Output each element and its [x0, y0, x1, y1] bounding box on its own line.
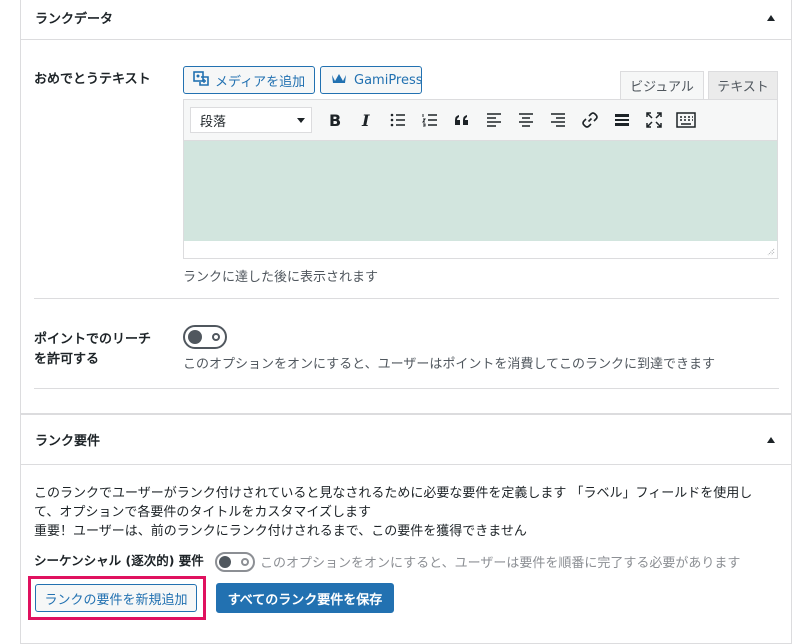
add-media-label: メディアを追加 [215, 74, 306, 90]
keyboard-icon[interactable] [670, 106, 702, 134]
tab-text[interactable]: テキスト [708, 71, 778, 99]
congrats-help-text: ランクに達した後に表示されます [183, 270, 379, 285]
editor-statusbar [184, 241, 777, 258]
rank-requirements-title: ランク要件 [35, 434, 101, 449]
svg-text:I: I [361, 112, 370, 128]
collapse-arrow-icon[interactable] [767, 14, 775, 21]
divider [34, 298, 779, 299]
blockquote-icon[interactable] [446, 106, 478, 134]
bold-icon[interactable]: B [318, 106, 350, 134]
editor-toolbar: 段落 B I [184, 100, 777, 141]
add-media-button[interactable]: メディアを追加 [183, 66, 315, 94]
tab-visual-label: ビジュアル [630, 80, 694, 95]
format-select-value: 段落 [200, 114, 227, 130]
bullet-list-icon[interactable] [382, 106, 414, 134]
toggle-knob [188, 330, 202, 344]
media-icon [193, 70, 209, 90]
italic-icon[interactable]: I [350, 106, 382, 134]
resize-handle-icon[interactable] [765, 246, 775, 256]
chevron-down-icon [297, 117, 305, 123]
svg-text:B: B [329, 112, 341, 128]
save-all-requirements-button[interactable]: すべてのランク要件を保存 [216, 583, 394, 613]
toggle-off-indicator [241, 558, 249, 566]
align-right-icon[interactable] [542, 106, 574, 134]
points-reach-help-text: このオプションをオンにすると、ユーザーはポイントを消費してこのランクに到達できま… [183, 357, 715, 372]
editor-content-area[interactable] [184, 141, 777, 241]
add-rank-requirement-label: ランクの要件を新規追加 [44, 592, 188, 608]
rank-data-title: ランクデータ [35, 12, 114, 27]
link-icon[interactable] [574, 106, 606, 134]
divider [34, 388, 779, 389]
tab-text-label: テキスト [717, 80, 769, 95]
numbered-list-icon[interactable] [414, 106, 446, 134]
requirements-important-note: 重要！ユーザーは、前のランクにランク付けされるまで、この要件を獲得できません [34, 524, 527, 539]
fullscreen-icon[interactable] [638, 106, 670, 134]
add-rank-requirement-button[interactable]: ランクの要件を新規追加 [35, 584, 197, 612]
toggle-knob [219, 556, 231, 568]
requirements-description-line1: このランクでユーザーがランク付けされていると見なされるために必要な要件を定義しま… [34, 486, 753, 501]
sequential-requirements-label: シーケンシャル (逐次的) 要件 [34, 553, 204, 568]
collapse-arrow-icon[interactable] [767, 436, 775, 443]
align-center-icon[interactable] [510, 106, 542, 134]
congrats-text-label: おめでとうテキスト [34, 72, 151, 87]
rank-requirements-header[interactable]: ランク要件 [21, 415, 791, 465]
gamipress-button[interactable]: GamiPress [320, 66, 423, 94]
points-reach-label-line1: ポイントでのリーチ [34, 332, 152, 347]
text-editor: 段落 B I [183, 99, 778, 259]
points-reach-toggle[interactable] [183, 325, 227, 349]
sequential-help-text: このオプションをオンにすると、ユーザーは要件を順番に完了する必要があります [260, 556, 741, 571]
horizontal-line-icon[interactable] [606, 106, 638, 134]
crown-icon [330, 71, 348, 89]
gamipress-label: GamiPress [354, 72, 423, 88]
points-reach-label-line2: を許可する [34, 352, 100, 367]
format-select[interactable]: 段落 [190, 107, 312, 133]
sequential-requirements-toggle[interactable] [215, 552, 255, 572]
rank-data-header[interactable]: ランクデータ [21, 0, 791, 40]
tab-visual[interactable]: ビジュアル [620, 71, 704, 99]
save-all-requirements-label: すべてのランク要件を保存 [227, 592, 383, 608]
toggle-off-indicator [212, 333, 220, 341]
align-left-icon[interactable] [478, 106, 510, 134]
requirements-description-line2: て、オプションで各要件のタイトルをカスタマイズします [34, 505, 371, 520]
